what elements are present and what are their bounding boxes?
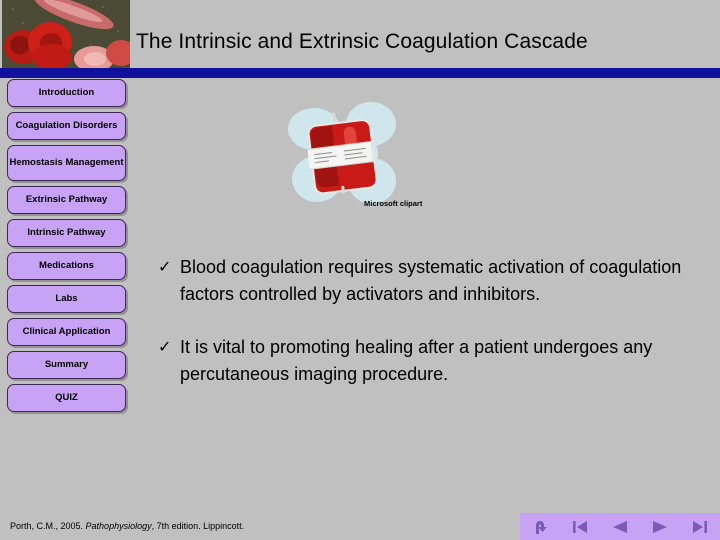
sidebar-item-extrinsic-pathway[interactable]: Extrinsic Pathway bbox=[7, 186, 126, 214]
divider-bar bbox=[0, 68, 720, 78]
checkmark-icon: ✓ bbox=[158, 259, 172, 276]
bullet-item: ✓ It is vital to promoting healing after… bbox=[158, 334, 698, 388]
blood-bag-icon bbox=[301, 108, 379, 196]
sidebar-item-summary[interactable]: Summary bbox=[7, 351, 126, 379]
sidebar-item-coagulation-disorders[interactable]: Coagulation Disorders bbox=[7, 112, 126, 140]
checkmark-icon: ✓ bbox=[158, 339, 172, 356]
sidebar-item-label: Hemostasis Management bbox=[9, 157, 124, 168]
sidebar-item-label: Summary bbox=[44, 359, 89, 370]
citation-suffix: , 7th edition. Lippincott. bbox=[151, 521, 245, 531]
clipart-caption: Microsoft clipart bbox=[364, 199, 423, 208]
red-blood-cells-image bbox=[2, 0, 130, 68]
sidebar-item-clinical-application[interactable]: Clinical Application bbox=[7, 318, 126, 346]
slide-header: The Intrinsic and Extrinsic Coagulation … bbox=[0, 0, 720, 68]
sidebar-item-quiz[interactable]: QUIZ bbox=[7, 384, 126, 412]
sidebar-item-label: Clinical Application bbox=[22, 326, 111, 337]
previous-slide-icon[interactable] bbox=[605, 516, 635, 538]
first-slide-icon[interactable] bbox=[565, 516, 595, 538]
sidebar-navigation: Introduction Coagulation Disorders Hemos… bbox=[7, 79, 128, 417]
sidebar-item-label: Coagulation Disorders bbox=[15, 120, 118, 131]
slide-navigation-bar bbox=[520, 513, 720, 540]
sidebar-item-label: QUIZ bbox=[55, 392, 78, 403]
citation-title: Pathophysiology bbox=[85, 521, 152, 531]
sidebar-item-labs[interactable]: Labs bbox=[7, 285, 126, 313]
sidebar-item-label: Labs bbox=[55, 293, 78, 304]
last-slide-icon[interactable] bbox=[685, 516, 715, 538]
sidebar-item-label: Extrinsic Pathway bbox=[25, 194, 108, 205]
bullet-text: Blood coagulation requires systematic ac… bbox=[180, 257, 682, 304]
sidebar-item-label: Medications bbox=[39, 260, 94, 271]
clipart-group: Microsoft clipart bbox=[280, 100, 470, 215]
sidebar-item-hemostasis-management[interactable]: Hemostasis Management bbox=[7, 145, 126, 181]
citation-prefix: Porth, C.M., 2005. bbox=[10, 521, 86, 531]
sidebar-item-intrinsic-pathway[interactable]: Intrinsic Pathway bbox=[7, 219, 126, 247]
sidebar-item-label: Introduction bbox=[38, 87, 95, 98]
page-title: The Intrinsic and Extrinsic Coagulation … bbox=[136, 30, 588, 53]
next-slide-icon[interactable] bbox=[645, 516, 675, 538]
sidebar-item-introduction[interactable]: Introduction bbox=[7, 79, 126, 107]
bullet-text: It is vital to promoting healing after a… bbox=[180, 337, 653, 384]
citation: Porth, C.M., 2005. Pathophysiology, 7th … bbox=[10, 521, 244, 531]
return-icon[interactable] bbox=[525, 516, 555, 538]
slide-content: ✓ Blood coagulation requires systematic … bbox=[158, 254, 698, 414]
sidebar-item-medications[interactable]: Medications bbox=[7, 252, 126, 280]
bullet-item: ✓ Blood coagulation requires systematic … bbox=[158, 254, 698, 308]
sidebar-item-label: Intrinsic Pathway bbox=[27, 227, 106, 238]
